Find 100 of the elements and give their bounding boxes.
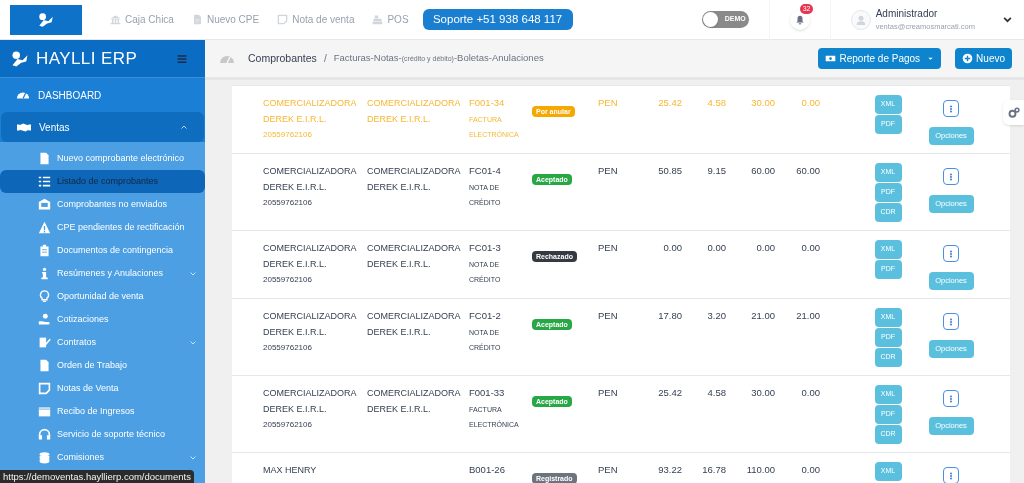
currency: PEN <box>598 164 619 178</box>
sidebar-subitem[interactable]: Nuevo comprobante electrónico <box>0 147 205 170</box>
sidebar-subitem[interactable]: Cotizaciones <box>0 308 205 331</box>
nav-link[interactable]: Caja Chica <box>110 12 174 27</box>
document-number: F001-34 <box>469 96 506 110</box>
amount: 0.00 <box>706 241 726 255</box>
bank-icon <box>110 14 121 25</box>
more-options-button[interactable] <box>943 100 959 117</box>
info-icon <box>38 267 51 280</box>
document-number: FC01-2 <box>469 309 502 323</box>
warning-icon <box>38 221 51 234</box>
amount: 30.00 <box>750 386 775 400</box>
more-options-button[interactable] <box>943 467 959 483</box>
amount: 9.15 <box>706 164 726 178</box>
sidebar-subitem[interactable]: Contratos <box>0 331 205 354</box>
amount: 110.00 <box>745 463 775 477</box>
more-options-button[interactable] <box>943 245 959 262</box>
currency: PEN <box>598 463 619 477</box>
nav-link[interactable]: Nuevo CPE <box>191 12 260 27</box>
logo-tile[interactable] <box>10 4 82 35</box>
kebab-icon <box>947 172 955 181</box>
amount: 3.20 <box>706 309 726 323</box>
amount: 17.80 <box>657 309 682 323</box>
kebab-icon <box>947 104 955 113</box>
logo-icon <box>37 10 55 29</box>
status-url: https://demoventas.hayllierp.com/documents <box>0 470 194 483</box>
sidebar-item[interactable]: DASHBOARD <box>0 80 205 110</box>
customer-name: COMERCIALIZADORA DEREK E.I.R.L. <box>367 165 462 194</box>
client-name: MAX HENRY <box>263 464 318 477</box>
user-name: Administrador <box>875 6 939 20</box>
notifications-button[interactable] <box>789 9 810 30</box>
sidebar-subitem[interactable]: Orden de Trabajo <box>0 354 205 377</box>
client-ruc: 20559762106 <box>263 274 313 286</box>
note-icon <box>277 14 289 25</box>
more-options-button[interactable] <box>943 313 959 330</box>
new-button[interactable]: Nuevo <box>955 48 1012 69</box>
breadcrumb-separator: / <box>323 52 327 66</box>
contract-icon <box>38 336 51 349</box>
amount: 0.00 <box>755 241 775 255</box>
customer-name: COMERCIALIZADORA DEREK E.I.R.L. <box>367 387 462 416</box>
customer-name: COMERCIALIZADORA DEREK E.I.R.L. <box>367 310 462 339</box>
note-icon <box>38 382 51 395</box>
chevron-down-icon <box>189 453 197 462</box>
sidebar-subitem[interactable]: Comprobantes no enviados <box>0 193 205 216</box>
client-name: COMERCIALIZADORA DEREK E.I.R.L. <box>263 310 358 339</box>
sidebar-subitem[interactable]: Resúmenes y Anulaciones <box>0 262 205 285</box>
sidebar-subitem[interactable]: CPE pendientes de rectificación <box>0 216 205 239</box>
amount: 4.58 <box>706 96 726 110</box>
currency: PEN <box>598 309 619 323</box>
amount: 4.58 <box>706 386 726 400</box>
amount: 60.00 <box>795 164 820 178</box>
customer-name: COMERCIALIZADORA DEREK E.I.R.L. <box>367 97 462 126</box>
customer-name: COMERCIALIZADORA DEREK E.I.R.L. <box>367 242 462 271</box>
settings-button[interactable] <box>1003 100 1024 125</box>
breadcrumb-link[interactable]: Comprobantes <box>248 50 317 67</box>
headset-icon <box>38 428 51 441</box>
nav-link[interactable]: Nota de venta <box>277 12 355 27</box>
client-name: COMERCIALIZADORA DEREK E.I.R.L. <box>263 387 358 416</box>
register-icon <box>372 14 384 25</box>
currency: PEN <box>598 241 619 255</box>
amount: 16.78 <box>701 463 726 477</box>
chevron-up-icon <box>180 123 188 131</box>
amount: 60.00 <box>750 164 775 178</box>
amount: 30.00 <box>750 96 775 110</box>
kebab-icon <box>947 249 955 258</box>
client-ruc: 20559762106 <box>263 419 313 431</box>
chevron-down-icon <box>189 338 197 347</box>
coins-icon <box>38 451 51 464</box>
amount: 0.00 <box>800 96 820 110</box>
client-name: COMERCIALIZADORA DEREK E.I.R.L. <box>263 97 358 126</box>
document-number: FC01-3 <box>469 241 502 255</box>
sidebar-subitem[interactable]: Oportunidad de venta <box>0 285 205 308</box>
amount: 50.85 <box>657 164 682 178</box>
document-icon <box>38 359 51 372</box>
more-options-button[interactable] <box>943 390 959 407</box>
sidebar-subitem[interactable]: Notas de Venta <box>0 377 205 400</box>
sidebar-subitem[interactable]: Comisiones <box>0 446 205 469</box>
sidebar-subitem[interactable]: Servicio de soporte técnico <box>0 423 205 446</box>
sidebar-subitem[interactable]: Listado de comprobantes <box>0 170 205 193</box>
sidebar-subitem[interactable]: Documentos de contingencia <box>0 239 205 262</box>
envelope-icon <box>38 198 51 211</box>
list-icon <box>38 175 51 188</box>
nav-link[interactable]: POS <box>372 12 409 27</box>
document-number: FC01-4 <box>469 164 502 178</box>
support-button[interactable]: Soporte +51 938 648 117 <box>422 9 573 30</box>
clipboard-icon <box>38 244 51 257</box>
wallet-icon <box>38 405 51 418</box>
caret-icon <box>927 55 935 62</box>
amount: 25.42 <box>657 96 682 110</box>
client-ruc: 20559762106 <box>263 197 313 209</box>
document-number: B001-26 <box>469 463 506 477</box>
kebab-icon <box>947 471 955 480</box>
sidebar-item[interactable]: Ventas <box>1 112 204 142</box>
amount: 0.00 <box>800 241 820 255</box>
sidebar-subitem[interactable]: Recibo de Ingresos <box>0 400 205 423</box>
amount: 0.00 <box>800 463 820 477</box>
document-icon <box>191 14 203 25</box>
more-options-button[interactable] <box>943 168 959 185</box>
kebab-icon <box>947 394 955 403</box>
report-dropdown-button[interactable]: Reporte de Pagos <box>818 48 942 69</box>
